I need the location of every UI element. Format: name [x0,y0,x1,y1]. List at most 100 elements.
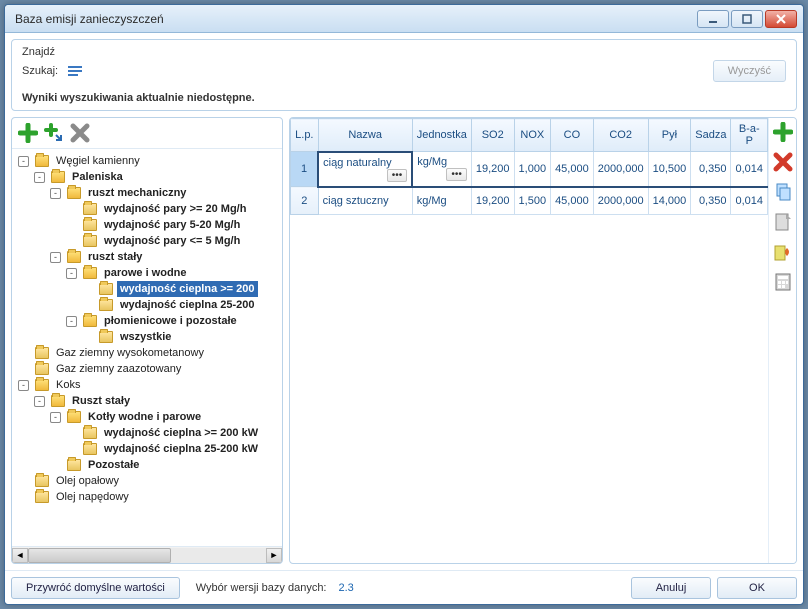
tree-node-label[interactable]: Ruszt stały [69,393,133,409]
tree-node-label[interactable]: ruszt stały [85,249,145,265]
tree-toggle-icon[interactable]: - [50,252,61,263]
grid-column-header[interactable]: B-a-P [731,119,768,152]
tree-node-label[interactable]: Olej napędowy [53,489,132,505]
tree-node-label[interactable]: Koks [53,377,83,393]
tree-node-label[interactable]: Gaz ziemny zaazotowany [53,361,184,377]
grid-column-header[interactable]: Sadza [691,119,731,152]
tree-node-label[interactable]: ruszt mechaniczny [85,185,189,201]
tree-node-label[interactable]: wydajność cieplna >= 200 [117,281,258,297]
add-child-button[interactable] [42,121,66,145]
grid-cell[interactable]: 1,000 [514,152,551,187]
tree-node[interactable]: wydajność cieplna >= 200 kW [14,425,280,441]
tree-node-label[interactable]: Gaz ziemny wysokometanowy [53,345,207,361]
clear-search-button[interactable]: Wyczyść [713,60,786,82]
tree-node[interactable]: wszystkie [14,329,280,345]
tree-toggle-icon[interactable]: - [34,172,45,183]
tree-node[interactable]: wydajność pary <= 5 Mg/h [14,233,280,249]
tree-node[interactable]: - Węgiel kamienny [14,153,280,169]
cancel-button[interactable]: Anuluj [631,577,711,599]
fuel-button[interactable] [771,240,795,264]
tree-node[interactable]: wydajność cieplna >= 200 [14,281,280,297]
add-row-button[interactable] [771,120,795,144]
tree-node[interactable]: - Koks [14,377,280,393]
grid-column-header[interactable]: Nazwa [318,119,412,152]
tree-node[interactable]: wydajność pary >= 20 Mg/h [14,201,280,217]
minimize-button[interactable] [697,10,729,28]
tree-node[interactable]: wydajność pary 5-20 Mg/h [14,217,280,233]
add-node-button[interactable] [16,121,40,145]
tree-node-label[interactable]: wydajność pary <= 5 Mg/h [101,233,243,249]
grid-cell[interactable]: 45,000 [551,187,594,215]
tree-toggle-icon[interactable]: - [34,396,45,407]
tree-view[interactable]: -Węgiel kamienny-Paleniska-ruszt mechani… [12,149,282,546]
grid-cell[interactable]: 19,200 [471,187,514,215]
tree-node[interactable]: Gaz ziemny wysokometanowy [14,345,280,361]
copy-button[interactable] [771,180,795,204]
grid-cell[interactable]: 45,000 [551,152,594,187]
grid-cell[interactable]: kg/Mg••• [412,152,471,187]
tree-h-scrollbar[interactable]: ◄ ► [12,546,282,563]
grid-cell[interactable]: 19,200 [471,152,514,187]
grid-cell[interactable]: 0,350 [691,152,731,187]
tree-node[interactable]: wydajność cieplna 25-200 kW [14,441,280,457]
tree-node-label[interactable]: Pozostałe [85,457,142,473]
tree-node[interactable]: - Kotły wodne i parowe [14,409,280,425]
grid-cell[interactable]: 2 [291,187,319,215]
tree-node-label[interactable]: Węgiel kamienny [53,153,143,169]
delete-row-button[interactable] [771,150,795,174]
grid-cell[interactable]: ciąg naturalny••• [318,152,412,187]
grid-cell[interactable]: 10,500 [648,152,691,187]
table-row[interactable]: 1ciąg naturalny•••kg/Mg•••19,2001,00045,… [291,152,768,187]
tree-node[interactable]: Pozostałe [14,457,280,473]
grid-cell[interactable]: 2000,000 [593,187,648,215]
grid-column-header[interactable]: SO2 [471,119,514,152]
grid-cell[interactable]: 14,000 [648,187,691,215]
tree-node-label[interactable]: Paleniska [69,169,126,185]
tree-node-label[interactable]: wydajność pary 5-20 Mg/h [101,217,243,233]
emissions-grid[interactable]: L.p.NazwaJednostkaSO2NOXCOCO2PyłSadzaB-a… [290,118,768,215]
tree-node-label[interactable]: płomienicowe i pozostałe [101,313,240,329]
grid-cell[interactable]: 1 [291,152,319,187]
tree-toggle-icon[interactable]: - [18,380,29,391]
grid-cell[interactable]: 0,014 [731,152,768,187]
grid-column-header[interactable]: Pył [648,119,691,152]
tree-toggle-icon[interactable]: - [50,188,61,199]
tree-node[interactable]: wydajność cieplna 25-200 [14,297,280,313]
tree-node-label[interactable]: Olej opałowy [53,473,122,489]
grid-column-header[interactable]: NOX [514,119,551,152]
grid-cell[interactable]: 1,500 [514,187,551,215]
tree-node-label[interactable]: wydajność cieplna 25-200 kW [101,441,261,457]
tree-node-label[interactable]: parowe i wodne [101,265,190,281]
paste-button[interactable] [771,210,795,234]
cell-ellipsis-button[interactable]: ••• [446,168,467,181]
tree-node[interactable]: - parowe i wodne [14,265,280,281]
tree-toggle-icon[interactable]: - [18,156,29,167]
grid-column-header[interactable]: L.p. [291,119,319,152]
cell-ellipsis-button[interactable]: ••• [387,169,408,182]
tree-node-label[interactable]: wydajność pary >= 20 Mg/h [101,201,249,217]
db-version-value[interactable]: 2.3 [339,582,354,594]
tree-node[interactable]: Olej opałowy [14,473,280,489]
tree-toggle-icon[interactable]: - [66,316,77,327]
tree-node[interactable]: - ruszt stały [14,249,280,265]
grid-cell[interactable]: 2000,000 [593,152,648,187]
grid-column-header[interactable]: CO2 [593,119,648,152]
grid-cell[interactable]: 0,014 [731,187,768,215]
tree-node[interactable]: - ruszt mechaniczny [14,185,280,201]
search-options-icon[interactable] [66,63,82,79]
grid-column-header[interactable]: Jednostka [412,119,471,152]
grid-column-header[interactable]: CO [551,119,594,152]
calculator-button[interactable] [771,270,795,294]
grid-cell[interactable]: ciąg sztuczny [318,187,412,215]
tree-toggle-icon[interactable]: - [50,412,61,423]
table-row[interactable]: 2ciąg sztucznykg/Mg19,2001,50045,0002000… [291,187,768,215]
tree-node-label[interactable]: wydajność cieplna >= 200 kW [101,425,261,441]
tree-node[interactable]: - Ruszt stały [14,393,280,409]
tree-node[interactable]: - płomienicowe i pozostałe [14,313,280,329]
close-button[interactable] [765,10,797,28]
tree-node[interactable]: Olej napędowy [14,489,280,505]
tree-node-label[interactable]: Kotły wodne i parowe [85,409,204,425]
tree-node-label[interactable]: wydajność cieplna 25-200 [117,297,258,313]
tree-node[interactable]: Gaz ziemny zaazotowany [14,361,280,377]
tree-toggle-icon[interactable]: - [66,268,77,279]
